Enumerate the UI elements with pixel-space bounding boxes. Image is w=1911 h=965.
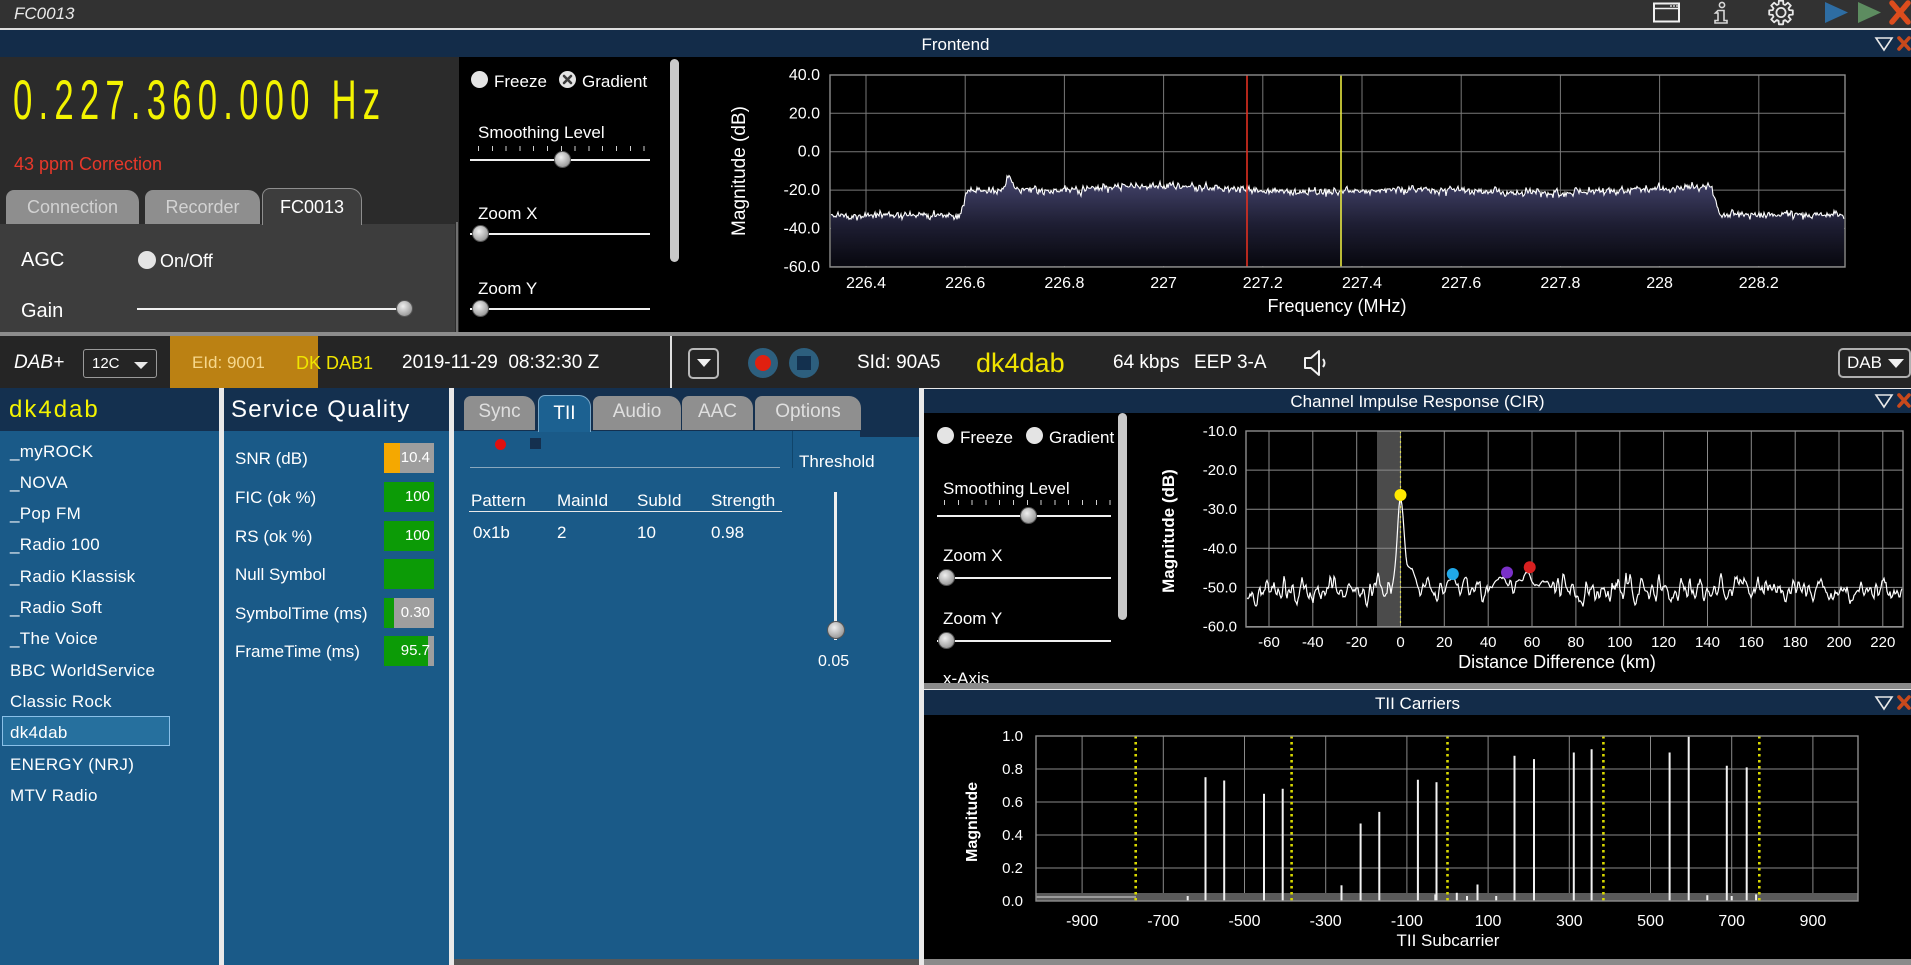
- svg-text:Distance Difference (km): Distance Difference (km): [1458, 652, 1656, 672]
- svg-text:TII Subcarrier: TII Subcarrier: [1397, 931, 1500, 950]
- svg-text:-40: -40: [1302, 634, 1324, 651]
- svg-text:180: 180: [1783, 634, 1808, 651]
- svg-text:228: 228: [1646, 275, 1673, 292]
- svg-text:220: 220: [1870, 634, 1895, 651]
- svg-text:0.4: 0.4: [1002, 827, 1023, 844]
- svg-text:-20: -20: [1346, 634, 1368, 651]
- svg-text:20.0: 20.0: [789, 105, 820, 122]
- svg-text:-30.0: -30.0: [1203, 501, 1237, 518]
- svg-text:-500: -500: [1228, 913, 1260, 930]
- svg-text:-700: -700: [1147, 913, 1179, 930]
- svg-text:900: 900: [1800, 913, 1827, 930]
- svg-text:500: 500: [1637, 913, 1664, 930]
- svg-text:-10.0: -10.0: [1203, 423, 1237, 440]
- svg-text:-60.0: -60.0: [784, 259, 821, 276]
- svg-text:227.4: 227.4: [1342, 275, 1382, 292]
- svg-text:40: 40: [1480, 634, 1497, 651]
- svg-text:228.2: 228.2: [1739, 275, 1779, 292]
- svg-text:-40.0: -40.0: [784, 220, 821, 237]
- svg-text:20: 20: [1436, 634, 1453, 651]
- svg-text:0.2: 0.2: [1002, 860, 1023, 877]
- svg-text:1.0: 1.0: [1002, 728, 1023, 745]
- svg-text:-20.0: -20.0: [784, 182, 821, 199]
- svg-text:80: 80: [1568, 634, 1585, 651]
- svg-text:227.8: 227.8: [1540, 275, 1580, 292]
- svg-text:0.0: 0.0: [798, 144, 820, 161]
- svg-text:0.0: 0.0: [1002, 893, 1023, 910]
- svg-text:-60: -60: [1258, 634, 1280, 651]
- svg-text:-50.0: -50.0: [1203, 579, 1237, 596]
- svg-text:300: 300: [1556, 913, 1583, 930]
- svg-text:227.2: 227.2: [1243, 275, 1283, 292]
- svg-text:160: 160: [1739, 634, 1764, 651]
- svg-text:226.4: 226.4: [846, 275, 886, 292]
- svg-text:Frequency (MHz): Frequency (MHz): [1267, 296, 1406, 316]
- svg-text:-20.0: -20.0: [1203, 462, 1237, 479]
- svg-text:-60.0: -60.0: [1203, 619, 1237, 636]
- svg-text:Magnitude (dB): Magnitude (dB): [729, 106, 750, 236]
- svg-text:60: 60: [1524, 634, 1541, 651]
- svg-text:200: 200: [1826, 634, 1851, 651]
- svg-text:226.6: 226.6: [945, 275, 985, 292]
- svg-text:Magnitude (dB): Magnitude (dB): [1159, 469, 1178, 593]
- svg-text:120: 120: [1651, 634, 1676, 651]
- svg-text:Magnitude: Magnitude: [964, 782, 981, 862]
- svg-text:100: 100: [1475, 913, 1502, 930]
- svg-text:226.8: 226.8: [1044, 275, 1084, 292]
- svg-text:40.0: 40.0: [789, 67, 820, 84]
- svg-text:140: 140: [1695, 634, 1720, 651]
- svg-text:0: 0: [1396, 634, 1404, 651]
- svg-text:227.6: 227.6: [1441, 275, 1481, 292]
- svg-text:-40.0: -40.0: [1203, 540, 1237, 557]
- svg-text:-900: -900: [1066, 913, 1098, 930]
- svg-text:-300: -300: [1310, 913, 1342, 930]
- svg-text:100: 100: [1607, 634, 1632, 651]
- svg-text:0.6: 0.6: [1002, 794, 1023, 811]
- svg-text:0.8: 0.8: [1002, 761, 1023, 778]
- svg-text:-100: -100: [1391, 913, 1423, 930]
- svg-text:227: 227: [1150, 275, 1177, 292]
- svg-text:700: 700: [1718, 913, 1745, 930]
